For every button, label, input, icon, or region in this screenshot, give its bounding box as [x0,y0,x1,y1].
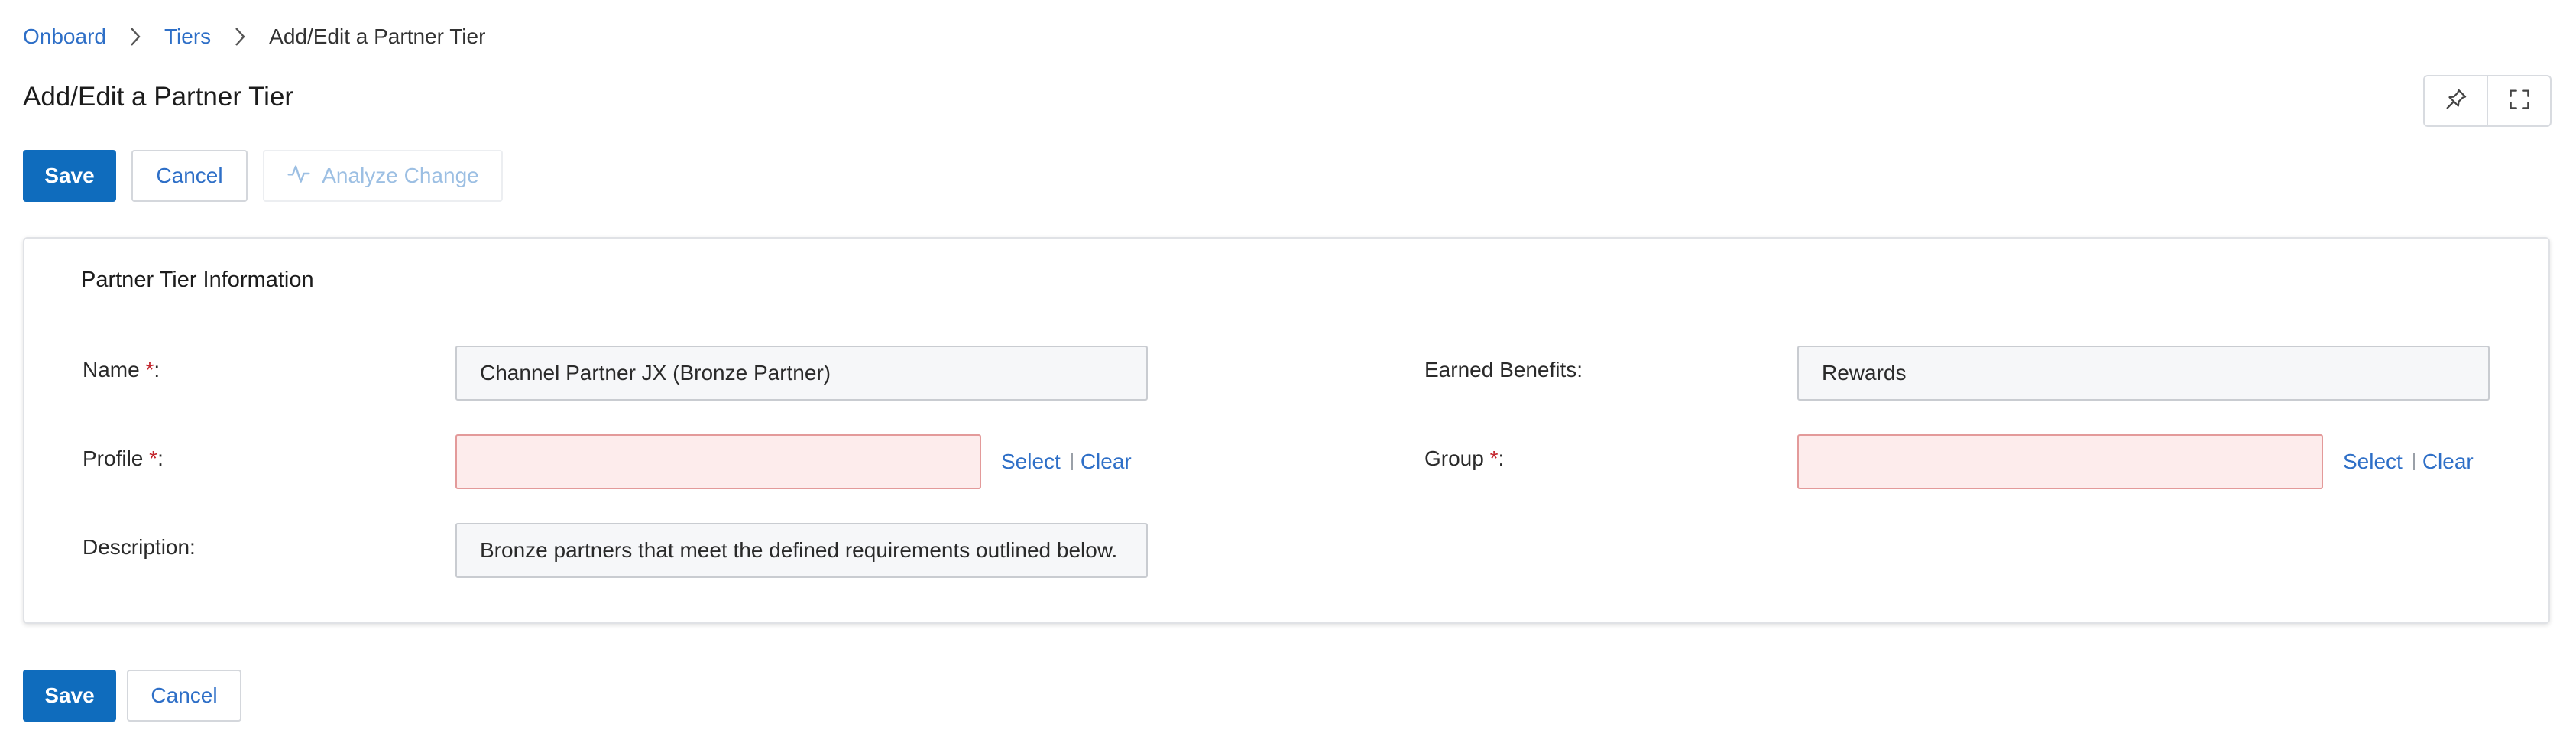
group-select-link[interactable]: Select [2343,446,2403,477]
breadcrumb-link-tiers[interactable]: Tiers [164,21,211,52]
name-label-suffix: : [154,358,160,381]
group-input[interactable] [1797,434,2323,489]
breadcrumb: Onboard Tiers Add/Edit a Partner Tier [23,21,485,52]
profile-select-link[interactable]: Select [1001,446,1061,477]
description-label: Description: [83,535,196,559]
profile-label: Profile *: [83,443,164,474]
chevron-right-icon [125,21,146,52]
profile-label-text: Profile [83,446,144,470]
analyze-change-label: Analyze Change [322,164,479,187]
name-label: Name *: [83,355,160,385]
section-title: Partner Tier Information [81,268,314,292]
footer-cancel-button[interactable]: Cancel [127,670,241,722]
expand-icon [2506,86,2532,116]
breadcrumb-current: Add/Edit a Partner Tier [269,24,486,48]
breadcrumb-link-onboard[interactable]: Onboard [23,21,106,52]
page-title: Add/Edit a Partner Tier [23,82,294,112]
required-marker: * [145,358,154,381]
earned-benefits-label: Earned Benefits: [1424,358,1583,381]
page: Onboard Tiers Add/Edit a Partner Tier Ad… [0,0,2576,753]
pin-button[interactable] [2425,76,2487,125]
save-button[interactable]: Save [23,150,116,202]
name-label-text: Name [83,358,140,381]
earned-benefits-input[interactable] [1797,346,2490,401]
profile-actions: Select Clear [1001,446,1132,477]
pin-icon [2443,86,2469,116]
required-marker: * [1489,446,1499,470]
group-label-suffix: : [1498,446,1505,470]
divider [1071,453,1073,470]
name-input[interactable] [455,346,1148,401]
required-marker: * [149,446,158,470]
cancel-button[interactable]: Cancel [131,150,248,202]
description-input[interactable] [455,523,1148,578]
footer-save-button[interactable]: Save [23,670,116,722]
profile-clear-link[interactable]: Clear [1081,446,1132,477]
activity-icon [287,161,322,191]
profile-label-suffix: : [157,446,164,470]
group-label: Group *: [1424,443,1504,474]
profile-input[interactable] [455,434,981,489]
analyze-change-button: Analyze Change [263,150,503,202]
group-actions: Select Clear [2343,446,2474,477]
partner-tier-information-card: Partner Tier Information Name *: Earned … [23,237,2550,624]
header-icon-group [2423,75,2552,127]
group-clear-link[interactable]: Clear [2422,446,2474,477]
chevron-right-icon [229,21,251,52]
expand-button[interactable] [2487,76,2550,125]
divider [2412,453,2415,470]
group-label-text: Group [1424,446,1484,470]
